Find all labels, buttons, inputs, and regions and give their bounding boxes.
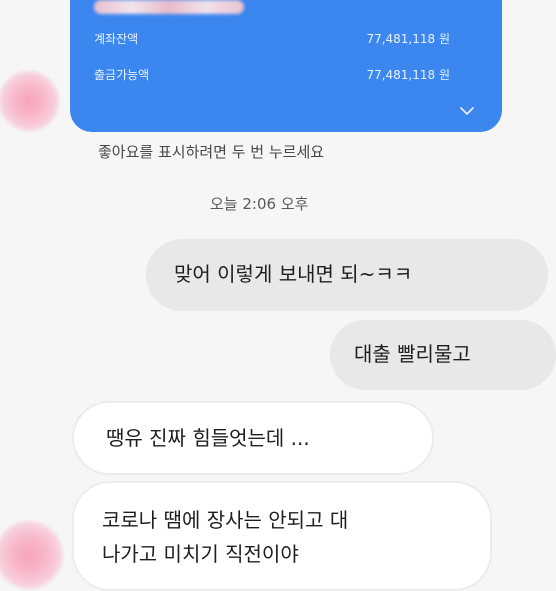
withdrawable-label: 출금가능액 [94, 68, 150, 82]
avatar[interactable] [0, 520, 64, 590]
outgoing-message[interactable]: 대출 빨리물고 [330, 320, 556, 390]
message-line: 코로나 땜에 장사는 안되고 대 [102, 508, 349, 532]
withdrawable-amount: 77,481,118 원 [366, 68, 450, 82]
chat-screen: 계좌잔액 77,481,118 원 출금가능액 77,481,118 원 좋아요… [0, 0, 556, 591]
message-timestamp: 오늘 2:06 오후 [210, 195, 309, 213]
balance-row: 계좌잔액 77,481,118 원 [94, 30, 450, 48]
incoming-message[interactable]: 코로나 땜에 장사는 안되고 대 나가고 미치기 직전이야 [72, 481, 492, 591]
blurred-account-name [94, 0, 244, 14]
avatar[interactable] [0, 70, 60, 132]
balance-amount: 77,481,118 원 [366, 32, 450, 46]
chevron-down-icon[interactable] [460, 106, 474, 116]
like-hint-text: 좋아요를 표시하려면 두 번 누르세요 [98, 143, 325, 161]
withdrawable-row: 출금가능액 77,481,118 원 [94, 66, 450, 84]
message-line: 나가고 미치기 직전이야 [102, 542, 299, 566]
outgoing-message[interactable]: 맞어 이렇게 보내면 되~ㅋㅋ [146, 239, 548, 311]
balance-label: 계좌잔액 [94, 32, 139, 46]
bank-account-card[interactable]: 계좌잔액 77,481,118 원 출금가능액 77,481,118 원 [70, 0, 502, 132]
incoming-message[interactable]: 땡유 진짜 힘들엇는데 ... [72, 401, 434, 475]
